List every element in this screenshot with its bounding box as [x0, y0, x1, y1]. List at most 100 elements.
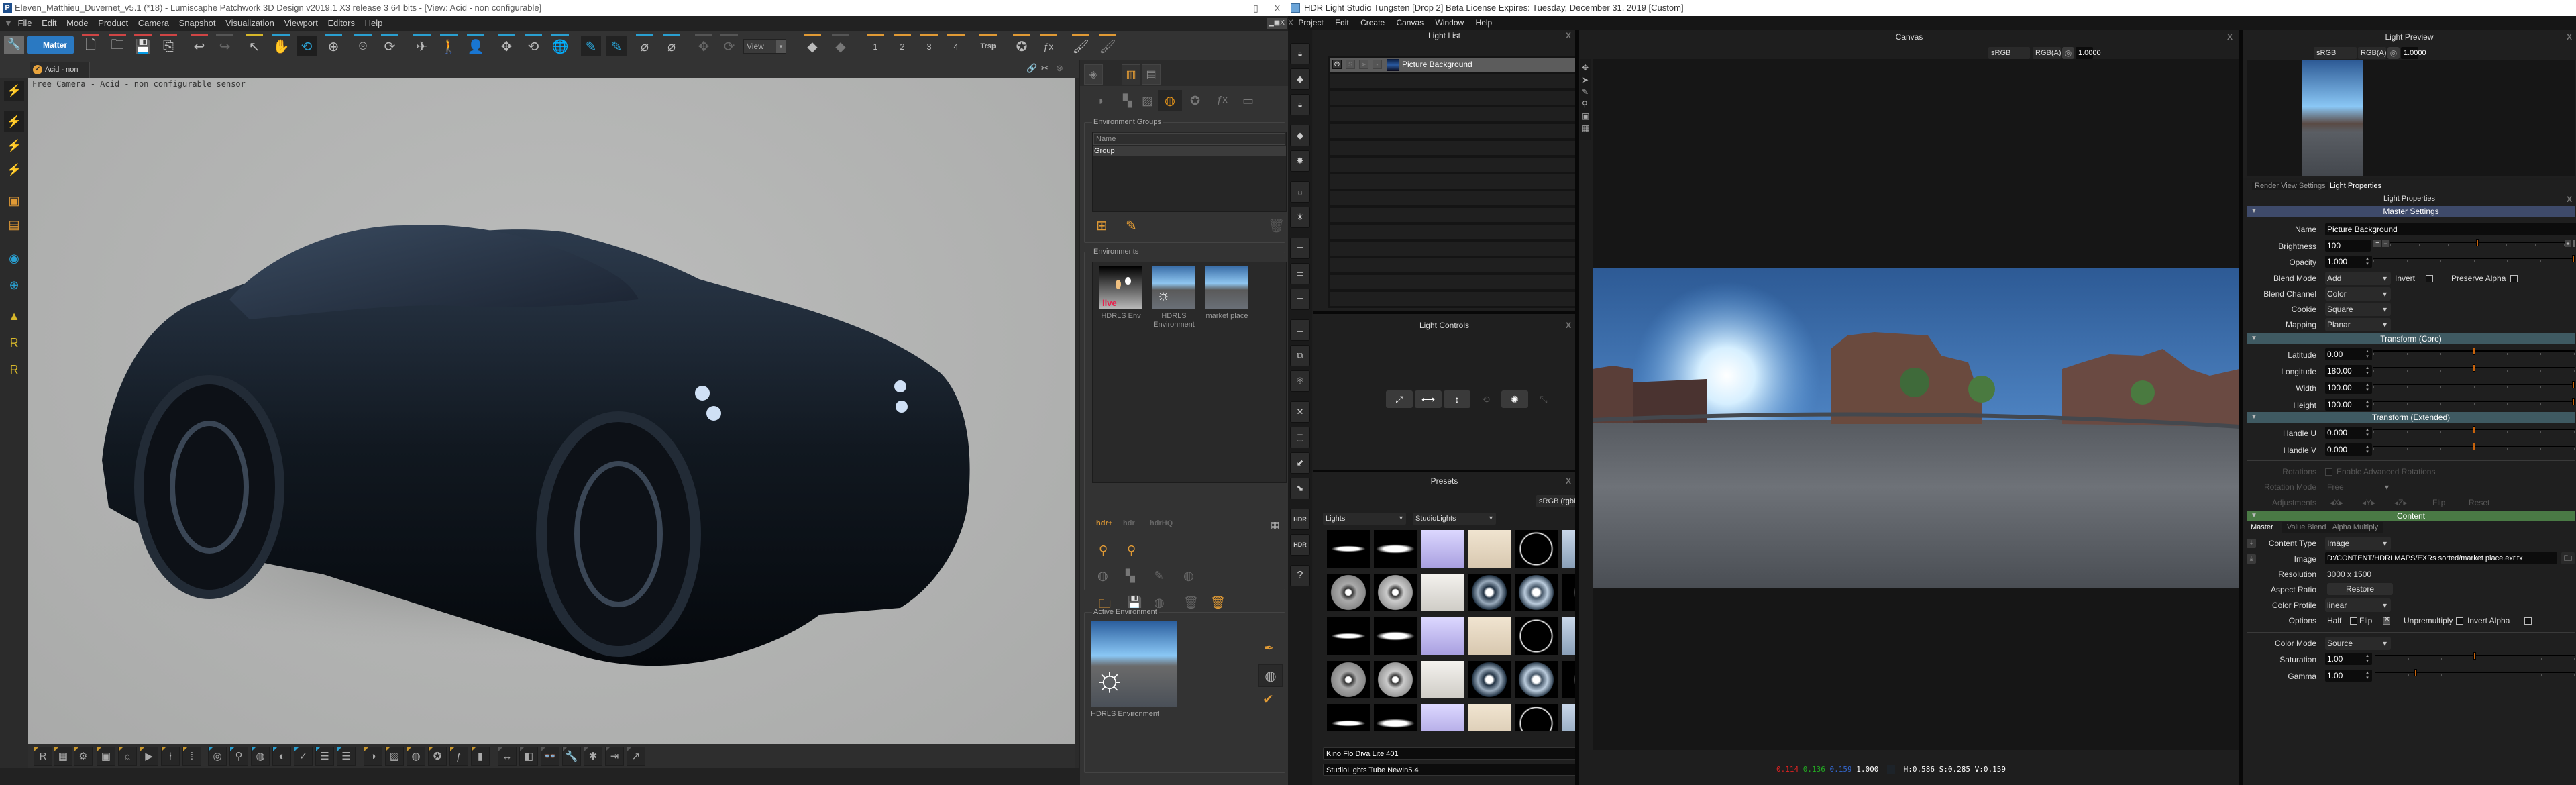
preset-thumbnail[interactable]	[1374, 661, 1417, 698]
environment-groups-list[interactable]: Name Group	[1092, 132, 1287, 212]
character-icon[interactable]: 👤	[466, 34, 486, 56]
menu-canvas[interactable]: Canvas	[1396, 18, 1424, 28]
hdr-live-icon[interactable]: hdr	[1123, 519, 1135, 527]
menu-collapse-icon[interactable]: ▼	[4, 18, 13, 28]
empty-light-row[interactable]	[1330, 174, 1613, 190]
flip-button[interactable]: Flip	[2432, 498, 2445, 507]
content-type-select[interactable]: Image	[2325, 537, 2391, 550]
transform-row-slider[interactable]	[2373, 364, 2575, 374]
hide-alt-icon[interactable]: ⌀	[661, 34, 682, 56]
grid-view-icon[interactable]: ▦	[1271, 519, 1279, 531]
slider-thumb[interactable]	[2473, 364, 2475, 372]
sync-disabled-icon[interactable]: ⚡	[4, 111, 24, 132]
previous-view-icon[interactable]: ◆	[802, 34, 822, 56]
presets-subcategory-select[interactable]: StudioLights	[1413, 513, 1496, 525]
fly-icon[interactable]: ✈	[412, 34, 432, 56]
preset-thumbnail[interactable]	[1374, 530, 1417, 568]
hdr-live-hq-icon[interactable]: hdrHQ	[1150, 519, 1173, 527]
matter-mode-button[interactable]: Matter	[27, 36, 74, 54]
shadow-light-tool[interactable]: ◌	[1290, 181, 1310, 203]
menu-help[interactable]: Help	[1476, 18, 1493, 28]
hdri-tool[interactable]: ▭	[1290, 263, 1310, 284]
light-name-field[interactable]: Picture Background	[2325, 223, 2576, 235]
link-icon[interactable]: 🔗	[1026, 63, 1037, 74]
brush-alt-icon[interactable]: 🖌	[1097, 34, 1118, 56]
slider-thumb[interactable]	[2473, 652, 2476, 660]
clear-env-icon[interactable]: 🗑	[1210, 596, 1226, 610]
menu-edit[interactable]: Edit	[1335, 18, 1349, 28]
menu-project[interactable]: Project	[1298, 18, 1323, 28]
canvas-exposure-field[interactable]: 1.0000	[2076, 47, 2101, 59]
spinner[interactable]: ▴ ▾	[2364, 427, 2371, 438]
frame-tool[interactable]: ▢	[1290, 427, 1310, 448]
advanced-rotations-checkbox[interactable]	[2325, 468, 2332, 476]
option-checkbox[interactable]	[2350, 617, 2357, 625]
subtab-alpha-multiply[interactable]: Alpha Multiply	[2332, 523, 2378, 531]
transform-row-slider[interactable]	[2373, 443, 2575, 452]
image-settings-icon[interactable]: ⚙	[74, 747, 93, 766]
region-light-tool[interactable]: ▭	[1290, 319, 1310, 341]
preset-thumbnail[interactable]	[1374, 574, 1417, 611]
paint-icon[interactable]: ✎	[581, 36, 601, 56]
sun-sky-tool[interactable]: ▭	[1290, 289, 1310, 310]
gamma-field[interactable]: 1.00 ▴ ▾	[2325, 670, 2372, 682]
preset-thumbnail[interactable]	[1327, 661, 1370, 698]
fx-icon[interactable]: ƒx	[1038, 34, 1059, 56]
fit-canvas-icon[interactable]: ▣	[1582, 111, 1589, 121]
brightness-increase-large-button[interactable]	[2573, 240, 2575, 247]
eye-target-icon[interactable]: ◉	[4, 248, 24, 268]
wrench-tool-icon[interactable]: 🔧	[562, 747, 581, 766]
add-group-icon[interactable]: ⊞	[1096, 217, 1108, 234]
round-light-tool[interactable]: ◒	[1290, 94, 1310, 115]
empty-light-row[interactable]	[1330, 191, 1613, 207]
slider-thumb[interactable]	[2473, 348, 2475, 355]
slider-thumb[interactable]	[2572, 398, 2575, 405]
presentation-icon[interactable]: ▤	[4, 215, 24, 235]
empty-light-row[interactable]	[1330, 208, 1613, 223]
spinner[interactable]: ▴ ▾	[2364, 399, 2371, 410]
select-canvas-icon[interactable]: ➤	[1582, 75, 1589, 85]
transform-row-slider[interactable]	[2373, 381, 2575, 390]
brightness-field[interactable]: 100	[2325, 240, 2371, 252]
tab-light-properties[interactable]: Light Properties	[2327, 182, 2384, 190]
transform-extended-header[interactable]: Transform (Extended)	[2247, 412, 2575, 423]
saturation-spinner[interactable]: ▴ ▾	[2364, 653, 2371, 664]
preset-thumbnail[interactable]	[1468, 574, 1511, 611]
transform-row-field[interactable]: 0.00 ▴ ▾	[2325, 348, 2372, 360]
preset-thumbnail[interactable]	[1468, 617, 1511, 655]
section-icon[interactable]: ◧	[519, 747, 538, 766]
brightness-increase-button[interactable]: +	[2565, 240, 2571, 247]
save-as-icon[interactable]: ⎘	[158, 34, 178, 56]
menu-file[interactable]: File	[18, 18, 32, 28]
refresh-env-icon[interactable]: ◍	[1183, 569, 1194, 583]
subtab-value-blend[interactable]: Value Blend	[2287, 523, 2326, 531]
tools-settings-icon[interactable]: ✱	[584, 747, 602, 766]
configurations-icon[interactable]: ◐	[272, 747, 291, 766]
restore-aspect-button[interactable]: Restore	[2327, 583, 2393, 595]
light-select-toggle-icon[interactable]: ➤	[1359, 60, 1368, 69]
menu-help[interactable]: Help	[365, 18, 383, 28]
globe-icon[interactable]: ◍	[251, 747, 270, 766]
height-control-button[interactable]: ↕	[1444, 390, 1470, 408]
env-thumb-hdrls-env[interactable]: live	[1099, 266, 1142, 309]
menu-viewport[interactable]: Viewport	[284, 18, 318, 28]
preset-thumbnail[interactable]	[1421, 704, 1464, 731]
preset-name-field[interactable]: Kino Flo Diva Lite 401	[1323, 747, 1618, 760]
option-checkbox[interactable]	[2524, 617, 2532, 625]
clapper-icon[interactable]: ▶	[140, 747, 158, 766]
light-controls-close-button[interactable]: X	[1566, 321, 1571, 330]
brightness-decrease-large-button[interactable]: −	[2373, 240, 2381, 247]
preset-thumbnail[interactable]	[1515, 574, 1558, 611]
textures-category-icon[interactable]: ▚	[1123, 94, 1132, 108]
light-list-close-button[interactable]: X	[1566, 31, 1571, 40]
menu-close-icon[interactable]: X	[1288, 18, 1293, 28]
opacity-field[interactable]: 1.000 ▴ ▾	[2325, 256, 2372, 268]
empty-light-row[interactable]	[1330, 275, 1613, 291]
decal-icon[interactable]: ✪	[1012, 34, 1032, 56]
empty-light-row[interactable]	[1330, 74, 1613, 89]
spinner[interactable]: ▴ ▾	[2364, 349, 2371, 360]
decals-category-icon[interactable]: ✪	[1190, 94, 1200, 108]
rotation-mode-select[interactable]: Free	[2327, 482, 2344, 492]
canvas-color-space-select[interactable]: sRGB (rgbMonitor)	[1988, 47, 2031, 83]
decals-icon[interactable]: ✪	[428, 747, 447, 766]
